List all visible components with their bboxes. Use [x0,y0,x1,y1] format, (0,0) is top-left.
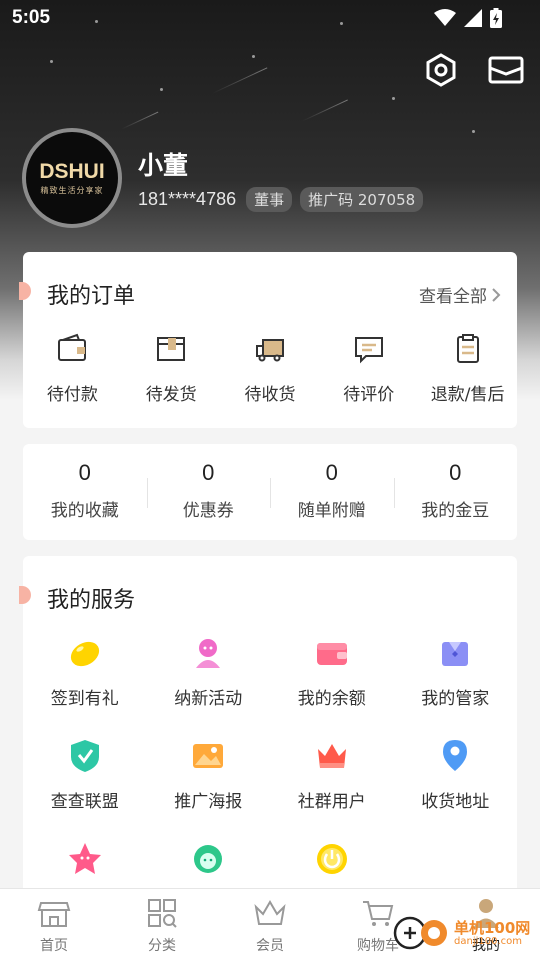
order-pending-review[interactable]: 待评价 [319,332,418,405]
stat-label: 优惠券 [182,501,234,521]
service-butler[interactable]: 我的管家 [394,634,518,737]
service-alliance[interactable]: 查查联盟 [23,737,147,840]
status-bar: 5:05 [0,0,540,38]
orders-title: 我的订单 [47,284,136,309]
service-checkin[interactable]: 签到有礼 [23,634,147,737]
category-icon [148,899,177,928]
service-label: 收货地址 [421,792,490,812]
service-label: 签到有礼 [50,689,119,709]
tab-label: 分类 [148,938,176,954]
section-marker [19,282,31,300]
order-item-label: 待收货 [244,385,296,405]
truck-icon [255,339,284,362]
user-meta: 181****4786 董事 推广码 207058 [138,187,424,212]
store-icon [37,902,71,927]
service-label: 查查联盟 [50,792,119,812]
signal-icon [464,9,482,27]
tab-category[interactable]: 分类 [108,889,216,960]
cart-icon [363,901,394,926]
stat-label: 我的金豆 [421,501,490,521]
stat-value: 0 [78,460,91,485]
view-all-label: 查看全部 [419,287,487,307]
order-item-label: 退款/售后 [430,385,505,405]
power-icon [316,844,347,874]
order-item-label: 待付款 [46,385,98,405]
gear-icon[interactable] [423,52,459,88]
order-pending-payment[interactable]: 待付款 [23,332,122,405]
location-pin-icon [443,740,468,771]
service-label: 推广海报 [174,792,243,812]
services-title: 我的服务 [47,588,136,613]
stat-gold-beans[interactable]: 0 我的金豆 [393,460,518,521]
service-address[interactable]: 收货地址 [394,737,518,840]
order-pending-shipment[interactable]: 待发货 [122,332,221,405]
stat-label: 随单附赠 [297,501,366,521]
wifi-icon [434,9,456,26]
username: 小董 [138,151,189,180]
stat-value: 0 [202,460,215,485]
service-poster[interactable]: 推广海报 [147,737,271,840]
picture-icon [193,744,224,768]
service-community[interactable]: 社群用户 [270,737,394,840]
stats-card: 0 我的收藏 0 优惠券 0 随单附赠 0 我的金豆 [23,444,517,540]
service-balance[interactable]: 我的余额 [270,634,394,737]
clipboard-icon [456,334,479,363]
chevron-right-icon [492,287,501,302]
role-badge: 董事 [246,187,293,212]
tab-label: 会员 [256,938,284,954]
wallet-icon [316,643,347,665]
stat-favorites[interactable]: 0 我的收藏 [23,460,147,521]
wallet-icon [58,333,87,361]
service-recruit[interactable]: 纳新活动 [147,634,271,737]
person-icon [196,639,221,668]
avatar[interactable]: DSHUI 精致生活分享家 [22,128,122,228]
order-item-label: 待发货 [145,385,197,405]
package-icon [157,337,186,361]
watermark-url: danji100.com [454,935,522,947]
stat-label: 我的收藏 [50,501,119,521]
orders-card: 我的订单 查看全部 待付款 待发货 待收货 待评价 退款/售后 [19,252,517,428]
section-marker [19,586,31,604]
avatar-icon [194,845,223,873]
service-label: 纳新活动 [174,689,243,709]
tab-home[interactable]: 首页 [0,889,108,960]
shield-check-icon [70,740,99,772]
watermark: 单机100网 danji100.com [392,915,530,951]
order-item-label: 待评价 [343,385,395,405]
tab-label: 首页 [40,938,68,954]
watermark-text: 单机100网 [454,918,531,937]
battery-charging-icon [490,8,502,28]
avatar-tagline: 精致生活分享家 [40,185,104,195]
phone-number: 181****4786 [138,189,237,209]
crown-icon [254,900,286,925]
view-all-orders-link[interactable]: 查看全部 [419,282,501,307]
service-label: 社群用户 [297,792,366,812]
avatar-logo: DSHUI [39,159,105,183]
butler-icon [442,642,469,666]
star-face-icon [68,843,101,874]
promo-code-badge[interactable]: 推广码 207058 [300,187,424,212]
comment-icon [354,337,383,364]
service-label: 我的余额 [297,689,366,709]
stat-value: 0 [325,460,338,485]
service-label: 我的管家 [421,689,490,709]
stat-coupons[interactable]: 0 优惠券 [146,460,271,521]
order-pending-receipt[interactable]: 待收货 [221,332,320,405]
status-time: 5:05 [12,7,51,28]
watermark-logo-icon [393,916,447,950]
crown-icon [317,744,346,768]
stat-gifts[interactable]: 0 随单附赠 [270,460,394,521]
order-refund-aftersale[interactable]: 退款/售后 [418,332,517,405]
bean-icon [70,641,99,667]
envelope-icon[interactable] [488,52,524,88]
tab-member[interactable]: 会员 [216,889,324,960]
stat-value: 0 [449,460,462,485]
